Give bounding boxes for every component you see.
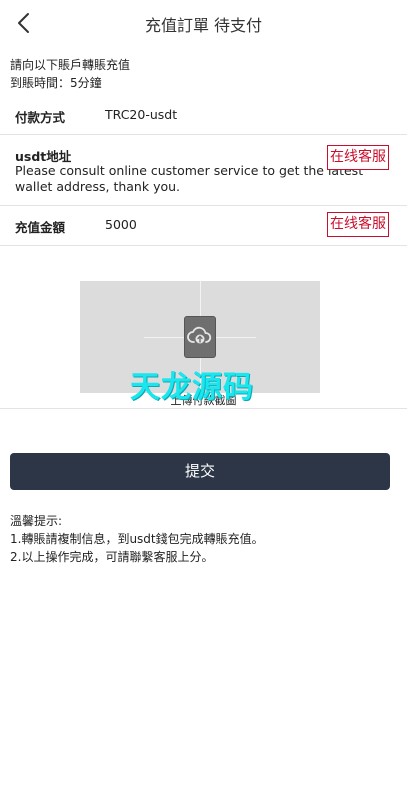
- address-customer-service-button[interactable]: 在线客服: [327, 145, 389, 170]
- intro-text: 請向以下賬戶轉賬充值 到賬時間：5分鐘: [10, 56, 130, 92]
- tips-title: 溫馨提示:: [10, 514, 63, 528]
- usdt-address-row: usdt地址 Please consult online customer se…: [0, 135, 407, 206]
- payment-method-row: 付款方式 TRC20-usdt: [0, 98, 407, 135]
- recharge-amount-label: 充值金額: [15, 220, 66, 235]
- recharge-amount-row: 充值金額 5000 在线客服: [0, 206, 407, 246]
- intro-line-1: 請向以下賬戶轉賬充值: [10, 58, 131, 72]
- top-bar: 充值訂單 待支付: [0, 0, 407, 46]
- watermark-logo: 天龙源码: [130, 370, 254, 405]
- usdt-address-text: Please consult online customer service t…: [15, 163, 364, 194]
- submit-button[interactable]: 提交: [10, 453, 390, 490]
- payment-method-label: 付款方式: [15, 110, 66, 125]
- amount-customer-service-button[interactable]: 在线客服: [327, 212, 389, 237]
- tips-line-1: 1.轉賬請複制信息，到usdt錢包完成轉賬充值。: [10, 532, 264, 546]
- payment-method-value: TRC20-usdt: [105, 107, 178, 122]
- tips-line-2: 2.以上操作完成，可請聯繫客服上分。: [10, 550, 214, 564]
- recharge-amount-value: 5000: [105, 217, 137, 232]
- page-title: 充值訂單 待支付: [144, 16, 263, 35]
- cloud-upload-icon: [184, 316, 216, 358]
- intro-line-2: 到賬時間：5分鐘: [10, 76, 102, 90]
- tips-section: 溫馨提示: 1.轉賬請複制信息，到usdt錢包完成轉賬充值。 2.以上操作完成，…: [10, 512, 264, 566]
